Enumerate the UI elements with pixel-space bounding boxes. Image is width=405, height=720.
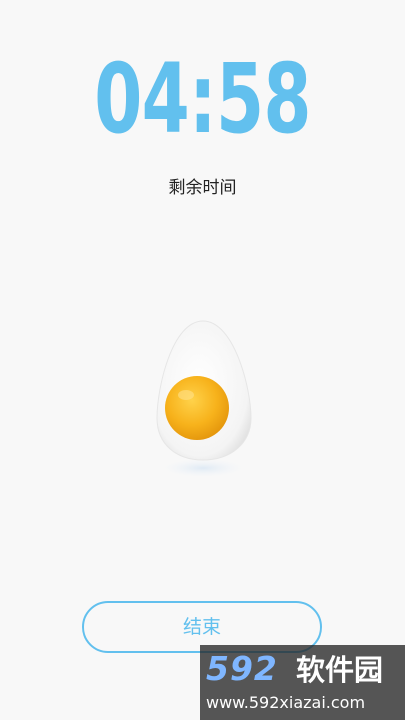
remaining-time-label: 剩余时间 xyxy=(168,178,237,198)
egg-icon xyxy=(150,318,260,488)
watermark-brand-number: 592 xyxy=(206,649,278,688)
watermark: 592 软件园 www.592xiazai.com xyxy=(200,645,405,720)
watermark-url: www.592xiazai.com xyxy=(206,693,366,712)
watermark-brand-text: 软件园 xyxy=(296,653,384,687)
countdown-timer: 04:58 xyxy=(94,43,311,155)
